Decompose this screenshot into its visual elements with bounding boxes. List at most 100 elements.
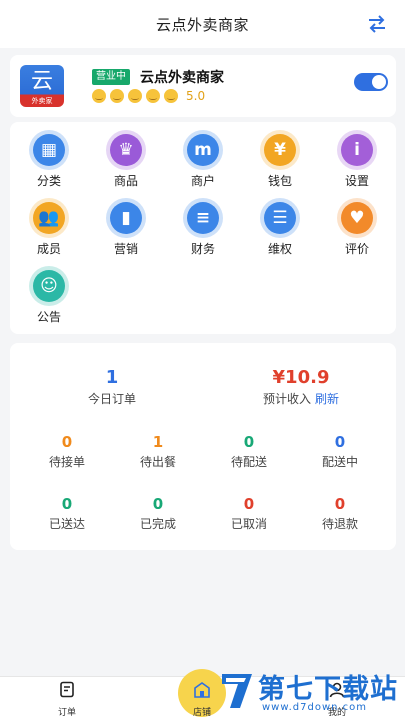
smiley-face-icon	[110, 89, 124, 103]
order-status-count: 0	[243, 433, 255, 451]
order-status-count: 0	[152, 495, 164, 513]
finance-icon-glyph: ≡	[195, 208, 211, 228]
menu-item-rights[interactable]: ☰ 维权	[250, 198, 310, 257]
order-status-stat[interactable]: 0 配送中	[305, 433, 375, 470]
order-status-count: 0	[61, 433, 73, 451]
today-orders-value: 1	[105, 367, 119, 388]
expected-income-label-row: 预计收入 刷新	[236, 390, 366, 407]
finance-icon: ≡	[183, 198, 223, 238]
order-receipt-icon	[60, 681, 74, 698]
menu-item-members[interactable]: 👥 成员	[19, 198, 79, 257]
menu-item-label: 成员	[36, 242, 61, 256]
store-logo-text: 云	[30, 69, 53, 94]
store-name: 云点外卖商家	[140, 70, 224, 86]
settings-icon: i	[337, 130, 377, 170]
menu-item-label: 设置	[344, 174, 369, 188]
menu-item-label: 商品	[113, 174, 138, 188]
store-logo-subtext: 外卖家	[31, 97, 53, 105]
rating-row: 5.0	[92, 89, 205, 103]
menu-item-shop[interactable]: m 商户	[173, 130, 233, 189]
refresh-link[interactable]: 刷新	[315, 392, 339, 406]
rights-icon: ☰	[260, 198, 300, 238]
smiley-face-icon	[146, 89, 160, 103]
wallet-icon: ¥	[260, 130, 300, 170]
store-icon	[194, 682, 210, 698]
order-status-stat[interactable]: 0 待接单	[32, 433, 102, 470]
order-status-label: 待退款	[321, 517, 358, 531]
menu-item-wallet[interactable]: ¥ 钱包	[250, 130, 310, 189]
watermark-url: www.d7down.com	[262, 702, 368, 713]
marketing-icon-glyph: ▮	[121, 208, 131, 228]
rights-icon-glyph: ☰	[272, 208, 288, 228]
settings-icon-glyph: i	[354, 140, 360, 160]
menu-item-label: 钱包	[267, 174, 292, 188]
store-logo: 云 外卖家	[20, 65, 64, 107]
watermark-logo-icon	[222, 674, 252, 708]
expected-income-label: 预计收入	[262, 392, 311, 406]
tab-orders-label: 订单	[57, 708, 76, 718]
menu-item-review-heart[interactable]: ♥ 评价	[327, 198, 387, 257]
members-icon: 👥	[29, 198, 69, 238]
order-status-stat[interactable]: 0 已送达	[32, 495, 102, 532]
menu-item-label: 商户	[190, 174, 215, 188]
order-status-count: 0	[334, 495, 346, 513]
category-icon-glyph: ▦	[40, 140, 58, 160]
swap-arrows-icon[interactable]	[367, 14, 387, 34]
order-status-stat[interactable]: 0 已取消	[214, 495, 284, 532]
menu-item-finance[interactable]: ≡ 财务	[173, 198, 233, 257]
order-status-label: 已送达	[48, 517, 85, 531]
order-status-label: 待接单	[48, 455, 85, 469]
watermark-title: 第七下载站	[258, 674, 398, 705]
menu-item-announcement[interactable]: ☺ 公告	[19, 266, 79, 325]
smiley-face-icon	[92, 89, 106, 103]
smiley-face-icon	[164, 89, 178, 103]
category-icon: ▦	[29, 130, 69, 170]
smiley-face-icon	[128, 89, 142, 103]
status-badge: 营业中	[92, 69, 130, 85]
crown-icon: ♛	[106, 130, 146, 170]
order-status-stat[interactable]: 0 待退款	[305, 495, 375, 532]
order-status-label: 待配送	[230, 455, 267, 469]
order-status-count: 1	[152, 433, 164, 451]
function-menu: ▦ 分类 ♛ 商品 m 商户 ¥ 钱包 i 设置 👥 成员 ▮ 营销 ≡ 财务 ☰ 维权 ♥ 评价 ☺ 公告	[10, 122, 396, 334]
order-status-stat[interactable]: 0 待配送	[214, 433, 284, 470]
store-card[interactable]: 云 外卖家 营业中 云点外卖商家 5.0	[10, 55, 396, 117]
order-status-stat[interactable]: 1 待出餐	[123, 433, 193, 470]
menu-item-label: 分类	[36, 174, 61, 188]
announcement-icon-glyph: ☺	[40, 276, 58, 296]
marketing-icon: ▮	[106, 198, 146, 238]
store-open-toggle[interactable]	[354, 73, 388, 91]
order-status-count: 0	[61, 495, 73, 513]
order-status-label: 已取消	[230, 517, 267, 531]
review-heart-icon: ♥	[337, 198, 377, 238]
order-status-label: 待出餐	[139, 455, 176, 469]
page-title: 云点外卖商家	[155, 15, 249, 34]
shop-icon-glyph: m	[194, 140, 212, 160]
menu-item-crown[interactable]: ♛ 商品	[96, 130, 156, 189]
order-status-count: 0	[243, 495, 255, 513]
crown-icon-glyph: ♛	[118, 140, 134, 160]
members-icon-glyph: 👥	[38, 208, 60, 228]
order-status-count: 0	[334, 433, 346, 451]
rating-value: 5.0	[186, 89, 206, 103]
menu-item-label: 评价	[344, 242, 369, 256]
today-orders-stat[interactable]: 1 今日订单	[62, 367, 162, 407]
order-status-stat[interactable]: 0 已完成	[123, 495, 193, 532]
tab-orders[interactable]: 订单	[37, 681, 97, 718]
review-heart-icon-glyph: ♥	[349, 208, 365, 228]
today-orders-label: 今日订单	[87, 392, 136, 406]
watermark: 第七下载站 www.d7down.com	[218, 664, 402, 718]
menu-item-category[interactable]: ▦ 分类	[19, 130, 79, 189]
shop-icon: m	[183, 130, 223, 170]
menu-item-marketing[interactable]: ▮ 营销	[96, 198, 156, 257]
expected-income-value: ¥10.9	[272, 367, 330, 388]
menu-item-settings[interactable]: i 设置	[327, 130, 387, 189]
order-status-label: 已完成	[139, 517, 176, 531]
expected-income-stat: ¥10.9 预计收入 刷新	[236, 367, 366, 407]
top-header: 云点外卖商家	[0, 0, 405, 48]
order-status-label: 配送中	[321, 455, 358, 469]
wallet-icon-glyph: ¥	[274, 140, 286, 160]
menu-item-label: 维权	[267, 242, 292, 256]
announcement-icon: ☺	[29, 266, 69, 306]
menu-item-label: 营销	[113, 242, 138, 256]
